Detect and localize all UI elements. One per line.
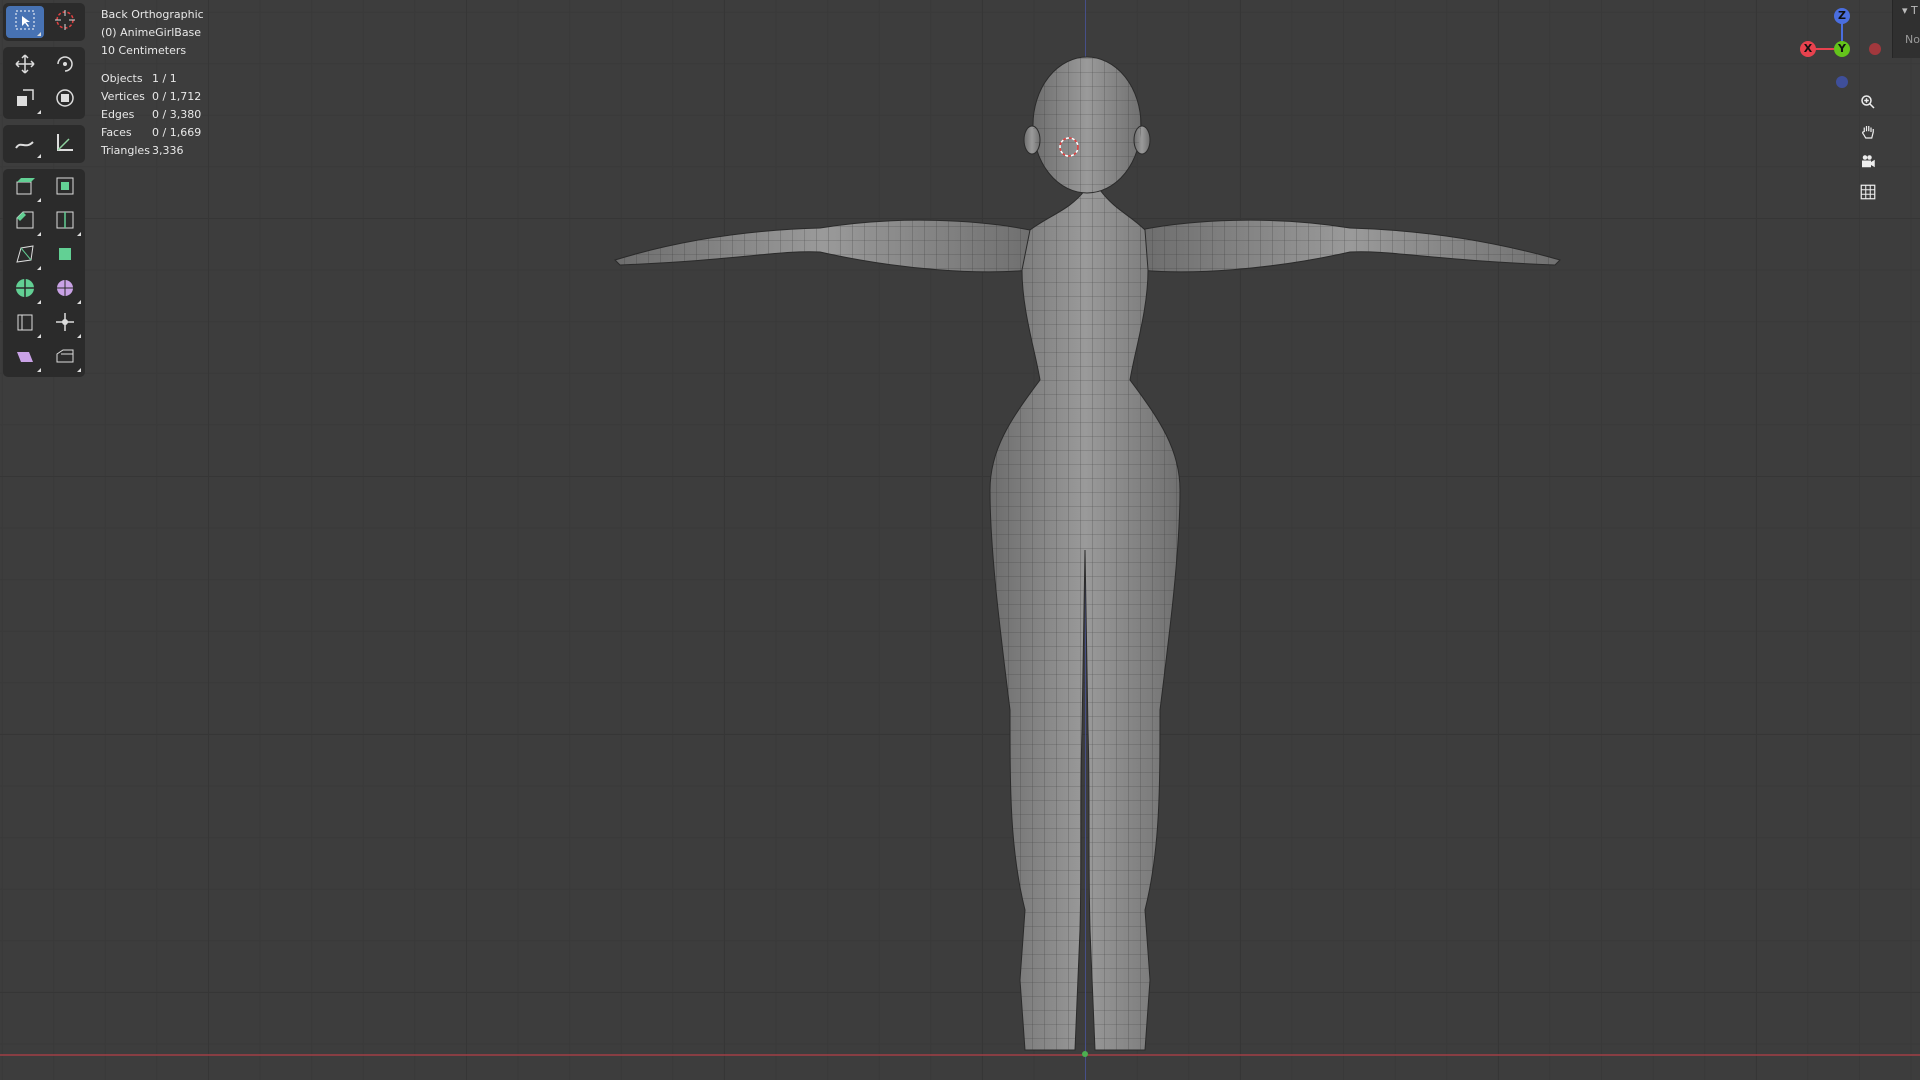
smooth-tool[interactable] xyxy=(46,274,84,306)
sidebar-tab-toggle[interactable]: ▾ T xyxy=(1902,4,1918,17)
view-name: Back Orthographic xyxy=(101,8,204,21)
move-tool[interactable] xyxy=(6,50,44,82)
object-name: (0) AnimeGirlBase xyxy=(101,26,202,39)
stat-vertices: Vertices 0 / 1,712 xyxy=(101,90,202,103)
gizmo-neg-x[interactable] xyxy=(1869,43,1881,55)
stat-objects: Objects 1 / 1 xyxy=(101,72,177,85)
pan-hand-icon xyxy=(1859,123,1877,145)
tool-group-transform xyxy=(3,47,85,119)
annotate-icon xyxy=(13,130,37,158)
knife-tool[interactable] xyxy=(6,240,44,272)
camera-icon xyxy=(1859,153,1877,175)
navigation-gizmo[interactable]: Z X Y xyxy=(1780,4,1900,94)
shear-tool[interactable] xyxy=(6,342,44,374)
gizmo-z-axis[interactable]: Z xyxy=(1834,8,1850,24)
scale-icon xyxy=(13,86,37,114)
tool-group-annotate xyxy=(3,125,85,163)
bevel-tool[interactable] xyxy=(6,206,44,238)
gizmo-y-axis[interactable]: Y xyxy=(1834,41,1850,57)
extrude-tool[interactable] xyxy=(6,172,44,204)
bevel-icon xyxy=(13,208,37,236)
cursor-icon xyxy=(53,8,77,36)
cursor-tool[interactable] xyxy=(46,6,84,38)
rotate-tool[interactable] xyxy=(46,50,84,82)
loop-cut-tool[interactable] xyxy=(46,206,84,238)
inset-faces-icon xyxy=(53,174,77,202)
smooth-icon xyxy=(53,276,77,304)
transform-icon xyxy=(53,86,77,114)
shrink-fatten-icon xyxy=(53,310,77,338)
select-box-tool[interactable] xyxy=(6,6,44,38)
object-origin xyxy=(1082,1051,1088,1057)
camera-view-button[interactable] xyxy=(1856,152,1880,176)
poly-build-tool[interactable] xyxy=(46,240,84,272)
select-box-icon xyxy=(13,8,37,36)
viewport-info-overlay: Back Orthographic (0) AnimeGirlBase 10 C… xyxy=(101,6,204,160)
tool-shelf xyxy=(3,3,85,383)
annotate-tool[interactable] xyxy=(6,128,44,160)
stat-faces: Faces 0 / 1,669 xyxy=(101,126,202,139)
inset-tool[interactable] xyxy=(46,172,84,204)
rip-region-tool[interactable] xyxy=(46,342,84,374)
perspective-toggle-button[interactable] xyxy=(1856,182,1880,206)
scale-tool[interactable] xyxy=(6,84,44,116)
measure-icon xyxy=(53,130,77,158)
gizmo-x-axis[interactable]: X xyxy=(1800,41,1816,57)
grid-scale: 10 Centimeters xyxy=(101,44,187,57)
edge-slide-icon xyxy=(13,310,37,338)
tool-group-mesh xyxy=(3,169,85,377)
gizmo-neg-z[interactable] xyxy=(1836,76,1848,88)
edge-slide-tool[interactable] xyxy=(6,308,44,340)
rip-region-icon xyxy=(53,344,77,372)
3d-viewport[interactable] xyxy=(0,0,1920,1080)
extrude-region-icon xyxy=(13,174,37,202)
rotate-icon xyxy=(53,52,77,80)
zoom-button[interactable] xyxy=(1856,92,1880,116)
spin-icon xyxy=(13,276,37,304)
move-icon xyxy=(13,52,37,80)
stat-edges: Edges 0 / 3,380 xyxy=(101,108,202,121)
shrink-fatten-tool[interactable] xyxy=(46,308,84,340)
shear-icon xyxy=(13,344,37,372)
spin-tool[interactable] xyxy=(6,274,44,306)
perspective-grid-icon xyxy=(1859,183,1877,205)
measure-tool[interactable] xyxy=(46,128,84,160)
pan-button[interactable] xyxy=(1856,122,1880,146)
mesh-model[interactable] xyxy=(600,30,1580,1070)
sidebar-tab[interactable]: ▾ T Not xyxy=(1892,0,1920,58)
transform-tool[interactable] xyxy=(46,84,84,116)
tool-group-select xyxy=(3,3,85,41)
poly-build-icon xyxy=(53,242,77,270)
stat-triangles: Triangles 3,336 xyxy=(101,144,184,157)
zoom-icon xyxy=(1859,93,1877,115)
loop-cut-icon xyxy=(53,208,77,236)
knife-icon xyxy=(13,242,37,270)
sidebar-tab-label: Not xyxy=(1905,33,1920,46)
